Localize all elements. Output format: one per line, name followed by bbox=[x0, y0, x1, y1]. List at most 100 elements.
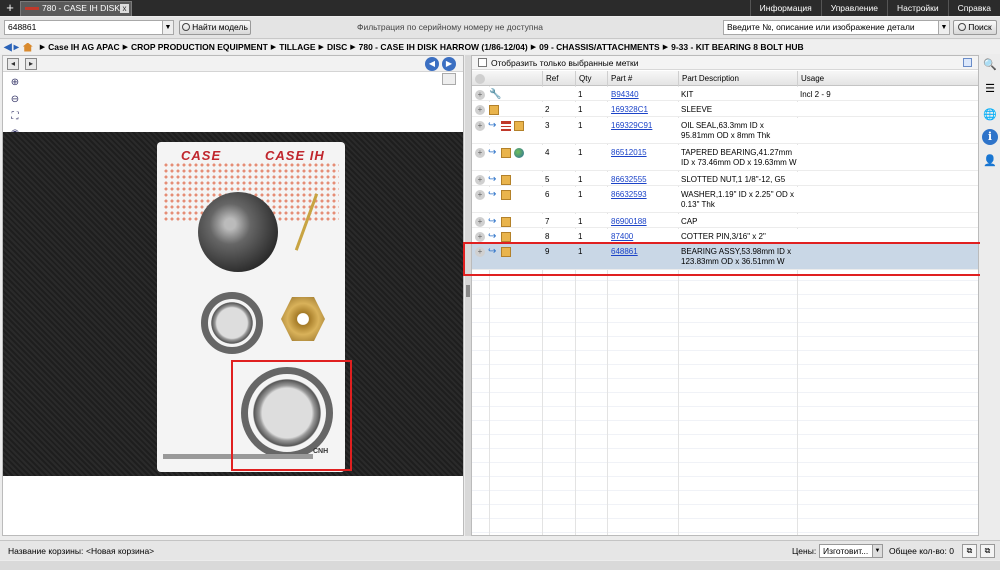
serial-number-input[interactable]: 648861 ▼ bbox=[4, 20, 174, 35]
table-row[interactable]: + ↪ 5 1 86632555 SLOTTED NUT,1 1/8"-12, … bbox=[472, 172, 978, 186]
next-illustration-icon[interactable]: ▶ bbox=[442, 57, 456, 71]
list-icon[interactable]: ☰ bbox=[982, 81, 998, 97]
hub-cap-part[interactable] bbox=[198, 192, 278, 272]
part-search-input[interactable]: Введите №, описание или изображение дета… bbox=[723, 20, 950, 35]
part-number-link[interactable]: 169329C91 bbox=[611, 121, 652, 131]
part-number-link[interactable]: 169328C1 bbox=[611, 105, 648, 115]
previous-page-icon[interactable]: ◂ bbox=[7, 58, 19, 70]
previous-illustration-icon[interactable]: ◀ bbox=[425, 57, 439, 71]
search-icon[interactable]: 🔍 bbox=[982, 57, 998, 73]
row-expand-icon[interactable]: + bbox=[475, 217, 485, 227]
support-user-icon[interactable]: 👤 bbox=[982, 153, 998, 169]
table-row[interactable]: + ↪ 7 1 86900188 CAP bbox=[472, 214, 978, 228]
row-expand-icon[interactable]: + bbox=[475, 232, 485, 242]
forward-arrow-icon[interactable]: ▸ bbox=[14, 42, 19, 53]
tapered-bearing-part[interactable] bbox=[201, 292, 263, 354]
breadcrumb-item-section[interactable]: 09 - CHASSIS/ATTACHMENTS bbox=[539, 42, 660, 52]
part-number-link[interactable]: 87400 bbox=[611, 232, 633, 242]
copy-icon[interactable]: ⧉ bbox=[962, 544, 977, 558]
part-number-link[interactable]: B94340 bbox=[611, 90, 639, 100]
replacement-arrow-icon[interactable]: ↪ bbox=[488, 217, 498, 227]
cart-name-value[interactable]: <Новая корзина> bbox=[86, 541, 154, 561]
search-label: Поиск bbox=[968, 22, 992, 32]
row-expand-icon[interactable]: + bbox=[475, 105, 485, 115]
document-icon[interactable] bbox=[501, 121, 511, 131]
replacement-arrow-icon[interactable]: ↪ bbox=[488, 121, 498, 131]
chevron-down-icon[interactable]: ▼ bbox=[162, 21, 173, 34]
cart-icon[interactable]: ⧉ bbox=[980, 544, 995, 558]
new-tab-button[interactable]: + bbox=[3, 0, 17, 16]
row-expand-icon[interactable]: + bbox=[475, 175, 485, 185]
table-row[interactable]: + ↪ 4 1 86512015 TAPERED BEARING,41.27mm… bbox=[472, 145, 978, 171]
part-number-link[interactable]: 86512015 bbox=[611, 148, 647, 158]
box-icon[interactable] bbox=[514, 121, 524, 131]
row-expand-icon[interactable]: + bbox=[475, 190, 485, 200]
box-icon[interactable] bbox=[489, 105, 499, 115]
menu-settings[interactable]: Настройки bbox=[886, 0, 948, 16]
breadcrumb-item-subcategory[interactable]: TILLAGE bbox=[279, 42, 315, 52]
prices-select[interactable]: Изготовит... ▼ bbox=[819, 544, 883, 558]
part-number-link[interactable]: 86632555 bbox=[611, 175, 647, 185]
close-tab-icon[interactable]: x bbox=[120, 4, 129, 13]
back-arrow-icon[interactable]: ◀ bbox=[4, 42, 12, 53]
next-page-icon[interactable]: ▸ bbox=[25, 58, 37, 70]
table-row[interactable]: + ↪ 8 1 87400 COTTER PIN,3/16" x 2" bbox=[472, 229, 978, 243]
splitter-grip[interactable] bbox=[466, 285, 470, 297]
cell-ref: 4 bbox=[545, 148, 550, 157]
expand-icon[interactable] bbox=[442, 73, 456, 85]
expand-all-icon[interactable] bbox=[475, 74, 485, 84]
cell-description: OIL SEAL,63.3mm ID x 95.81mm OD x 8mm Th… bbox=[681, 121, 771, 140]
menu-help[interactable]: Справка bbox=[947, 0, 1000, 16]
row-expand-icon[interactable]: + bbox=[475, 121, 485, 131]
col-part-number[interactable]: Part # bbox=[607, 71, 678, 86]
parts-illustration[interactable]: CASE CASE IH CNH bbox=[3, 132, 463, 476]
breadcrumb-separator: ▶ bbox=[662, 44, 669, 51]
globe-icon[interactable]: 🌐 bbox=[982, 107, 998, 123]
chevron-down-icon[interactable]: ▼ bbox=[872, 545, 882, 557]
replacement-arrow-icon[interactable]: ↪ bbox=[488, 175, 498, 185]
home-icon[interactable] bbox=[22, 42, 33, 52]
menu-info[interactable]: Информация bbox=[749, 0, 821, 16]
zoom-out-icon[interactable]: ⊖ bbox=[7, 93, 23, 107]
row-expand-icon[interactable]: + bbox=[475, 148, 485, 158]
box-icon[interactable] bbox=[501, 232, 511, 242]
col-usage[interactable]: Usage bbox=[797, 71, 978, 86]
zoom-in-icon[interactable]: ⊕ bbox=[7, 76, 23, 90]
col-qty[interactable]: Qty bbox=[575, 71, 607, 86]
slotted-nut-part[interactable] bbox=[281, 297, 325, 341]
table-row[interactable]: + 🔧 1 B94340 KIT Incl 2 - 9 bbox=[472, 87, 978, 101]
row-expand-icon[interactable]: + bbox=[475, 90, 485, 100]
chevron-down-icon[interactable]: ▼ bbox=[938, 21, 949, 34]
breadcrumb-item-model[interactable]: 780 - CASE IH DISK HARROW (1/86-12/04) bbox=[359, 42, 528, 52]
box-icon[interactable] bbox=[501, 217, 511, 227]
grid-settings-icon[interactable] bbox=[963, 58, 972, 67]
table-row[interactable]: + ↪ 6 1 86632593 WASHER,1.19" ID x 2.25"… bbox=[472, 187, 978, 213]
case-ih-logo: CASE IH bbox=[265, 148, 325, 163]
part-number-link[interactable]: 86632593 bbox=[611, 190, 647, 200]
replacement-arrow-icon[interactable]: ↪ bbox=[488, 148, 498, 158]
col-ref[interactable]: Ref bbox=[542, 71, 575, 86]
menu-manage[interactable]: Управление bbox=[820, 0, 887, 16]
breadcrumb-item-type[interactable]: DISC bbox=[327, 42, 347, 52]
info-icon[interactable]: i bbox=[982, 129, 998, 145]
fit-icon[interactable]: ⛶ bbox=[7, 110, 23, 124]
breadcrumb-item-brand[interactable]: Case IH AG APAC bbox=[48, 42, 119, 52]
show-selected-checkbox[interactable] bbox=[478, 58, 487, 67]
expand-all-cell[interactable] bbox=[472, 71, 489, 86]
search-button[interactable]: Поиск bbox=[953, 20, 997, 35]
prices-label: Цены: bbox=[792, 546, 817, 556]
box-icon[interactable] bbox=[501, 175, 511, 185]
breadcrumb-item-page[interactable]: 9-33 - KIT BEARING 8 BOLT HUB bbox=[671, 42, 804, 52]
replacement-arrow-icon[interactable]: ↪ bbox=[488, 232, 498, 242]
table-row[interactable]: + ↪ 3 1 169329C91 OIL SEAL,63.3mm ID x 9… bbox=[472, 118, 978, 144]
box-icon[interactable] bbox=[501, 148, 511, 158]
globe-icon[interactable] bbox=[514, 148, 524, 158]
replacement-arrow-icon[interactable]: ↪ bbox=[488, 190, 498, 200]
table-row[interactable]: + 2 1 169328C1 SLEEVE bbox=[472, 102, 978, 117]
breadcrumb-item-category[interactable]: CROP PRODUCTION EQUIPMENT bbox=[131, 42, 268, 52]
find-model-button[interactable]: Найти модель bbox=[179, 20, 251, 35]
box-icon[interactable] bbox=[501, 190, 511, 200]
tab-model[interactable]: 780 - CASE IH DISK... x bbox=[20, 1, 132, 16]
part-number-link[interactable]: 86900188 bbox=[611, 217, 647, 227]
col-description[interactable]: Part Description bbox=[678, 71, 797, 86]
